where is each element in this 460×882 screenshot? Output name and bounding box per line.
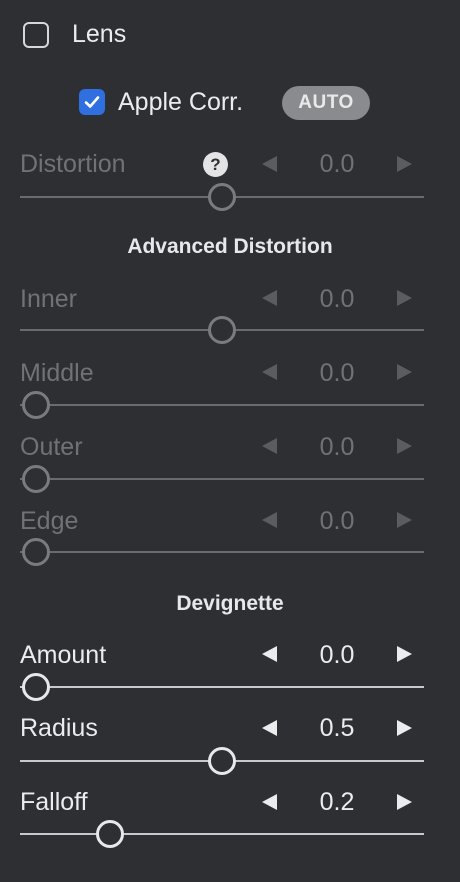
outer-value[interactable]: 0.0 — [307, 433, 367, 462]
apple-corr-checkbox[interactable] — [79, 89, 105, 115]
edge-slider-knob[interactable] — [22, 538, 50, 566]
distortion-decrement-icon[interactable] — [262, 156, 277, 172]
amount-label: Amount — [20, 641, 107, 669]
distortion-value[interactable]: 0.0 — [307, 150, 367, 179]
amount-decrement-icon[interactable] — [262, 646, 277, 662]
apple-corr-label: Apple Corr. — [118, 88, 244, 116]
radius-label: Radius — [20, 714, 98, 742]
falloff-slider-knob[interactable] — [96, 820, 124, 848]
outer-decrement-icon[interactable] — [262, 438, 277, 454]
inner-value[interactable]: 0.0 — [307, 285, 367, 314]
lens-checkbox[interactable] — [23, 22, 49, 48]
inner-slider-knob[interactable] — [208, 316, 236, 344]
devignette-heading: Devignette — [176, 592, 284, 615]
radius-value[interactable]: 0.5 — [307, 714, 367, 743]
outer-increment-icon[interactable] — [397, 438, 412, 454]
middle-value[interactable]: 0.0 — [307, 359, 367, 388]
outer-label: Outer — [20, 433, 83, 461]
question-circle-icon[interactable]: ? — [203, 152, 228, 177]
edge-label: Edge — [20, 507, 79, 535]
middle-increment-icon[interactable] — [397, 364, 412, 380]
edge-decrement-icon[interactable] — [262, 512, 277, 528]
amount-slider-knob[interactable] — [22, 673, 50, 701]
outer-track[interactable] — [20, 478, 424, 480]
lens-label: Lens — [72, 20, 127, 48]
falloff-increment-icon[interactable] — [397, 794, 412, 810]
distortion-label: Distortion — [20, 150, 126, 178]
falloff-decrement-icon[interactable] — [262, 794, 277, 810]
radius-slider-knob[interactable] — [208, 747, 236, 775]
distortion-increment-icon[interactable] — [397, 156, 412, 172]
middle-decrement-icon[interactable] — [262, 364, 277, 380]
middle-slider-knob[interactable] — [22, 391, 50, 419]
outer-slider-knob[interactable] — [22, 465, 50, 493]
middle-label: Middle — [20, 359, 94, 387]
radius-increment-icon[interactable] — [397, 720, 412, 736]
inner-label: Inner — [20, 285, 77, 313]
edge-track[interactable] — [20, 551, 424, 553]
edge-increment-icon[interactable] — [397, 512, 412, 528]
middle-track[interactable] — [20, 404, 424, 406]
falloff-label: Falloff — [20, 788, 88, 816]
inner-increment-icon[interactable] — [397, 290, 412, 306]
amount-increment-icon[interactable] — [397, 646, 412, 662]
inner-decrement-icon[interactable] — [262, 290, 277, 306]
amount-track[interactable] — [20, 686, 424, 688]
radius-decrement-icon[interactable] — [262, 720, 277, 736]
falloff-track[interactable] — [20, 833, 424, 835]
advanced-distortion-heading: Advanced Distortion — [127, 235, 333, 258]
auto-button[interactable]: AUTO — [282, 86, 370, 120]
falloff-value[interactable]: 0.2 — [307, 788, 367, 817]
distortion-slider-knob[interactable] — [208, 183, 236, 211]
amount-value[interactable]: 0.0 — [307, 641, 367, 670]
checkmark-icon — [84, 96, 100, 108]
edge-value[interactable]: 0.0 — [307, 507, 367, 536]
